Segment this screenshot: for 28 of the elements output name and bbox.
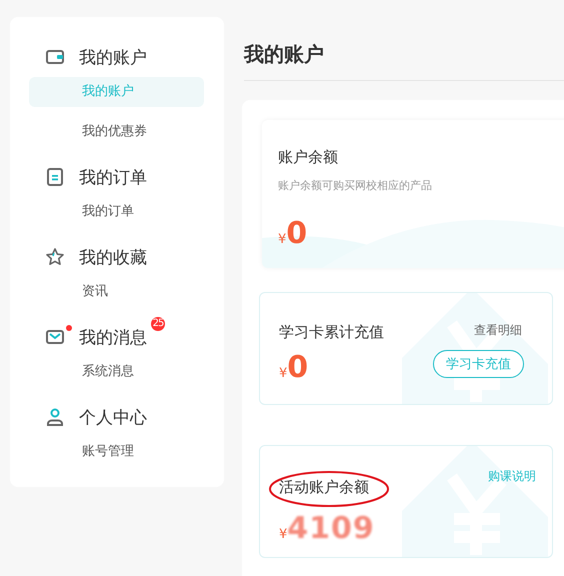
card-title: 活动账户余额 [279,478,370,497]
card-title: 学习卡累计充值 [279,323,384,342]
amount-value: 4109 [287,513,375,545]
sidebar-item[interactable]: 我的优惠券 [29,117,204,147]
count-badge: 25 [151,317,165,331]
person-icon [45,407,65,427]
currency-symbol: ¥ [279,527,288,542]
sidebar-item[interactable]: 系统消息 [29,357,204,387]
sidebar-heading: 我的收藏 [79,246,147,268]
wallet-icon [45,47,65,67]
sidebar-heading: 个人中心 [79,406,147,428]
document-icon [45,167,65,187]
sidebar-heading: 我的订单 [79,166,147,188]
sidebar-heading: 我的消息 [79,326,147,348]
details-link[interactable]: 查看明细 [474,322,522,339]
amount-value: 0 [286,218,308,250]
sidebar-item[interactable]: 我的订单 [29,197,204,227]
currency-symbol: ¥ [279,366,288,381]
star-icon [45,247,65,267]
sidebar-heading: 我的账户 [79,46,147,68]
page-title: 我的账户 [244,41,325,68]
card-description: 账户余额可购买网校相应的产品 [278,178,433,193]
currency-symbol: ¥ [278,232,286,247]
sidebar-item[interactable]: 资讯 [29,277,204,307]
card-title: 账户余额 [278,148,339,167]
amount-value: 0 [287,352,308,384]
mail-icon [45,327,65,347]
sidebar-item[interactable]: 账号管理 [29,437,204,467]
